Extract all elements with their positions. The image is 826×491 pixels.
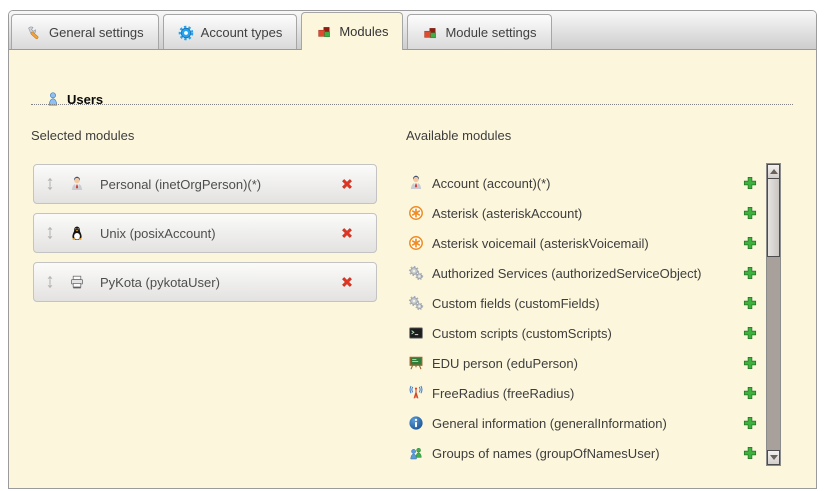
- available-module-row: Account (account)(*): [408, 168, 758, 198]
- gears-icon: [408, 295, 424, 311]
- add-button[interactable]: [742, 445, 758, 461]
- module-label: Account (account)(*): [432, 176, 734, 191]
- add-button[interactable]: [742, 205, 758, 221]
- drag-handle-icon[interactable]: [44, 275, 56, 289]
- add-button[interactable]: [742, 175, 758, 191]
- tab-account-types[interactable]: Account types: [163, 14, 298, 50]
- modules-icon: [422, 25, 438, 41]
- asterisk-icon: [408, 235, 424, 251]
- arrow-up-icon: [770, 169, 778, 174]
- available-module-row: Asterisk voicemail (asteriskVoicemail): [408, 228, 758, 258]
- wrench-icon: [26, 25, 42, 41]
- module-label: EDU person (eduPerson): [432, 356, 734, 371]
- selected-module-row[interactable]: Personal (inetOrgPerson)(*): [33, 164, 377, 204]
- delete-button[interactable]: [339, 274, 355, 290]
- delete-button[interactable]: [339, 176, 355, 192]
- terminal-icon: [408, 325, 424, 341]
- scroll-track[interactable]: [767, 179, 780, 450]
- selected-module-row[interactable]: Unix (posixAccount): [33, 213, 377, 253]
- person-icon: [69, 176, 85, 192]
- scroll-thumb[interactable]: [767, 179, 780, 257]
- groups-icon: [408, 445, 424, 461]
- available-module-row: Authorized Services (authorizedServiceOb…: [408, 258, 758, 288]
- module-label: Authorized Services (authorizedServiceOb…: [432, 266, 734, 281]
- settings-panel: General settings Account types Modules Modu…: [8, 10, 817, 489]
- module-label: Asterisk (asteriskAccount): [432, 206, 734, 221]
- info-icon: [408, 415, 424, 431]
- selected-modules-label: Selected modules: [31, 128, 134, 143]
- available-module-row: Custom fields (customFields): [408, 288, 758, 318]
- tab-label: Modules: [339, 24, 388, 39]
- selected-modules-list: Personal (inetOrgPerson)(*) Unix (posixAc…: [33, 164, 377, 311]
- section-divider: [31, 104, 793, 105]
- chalkboard-icon: [408, 355, 424, 371]
- module-label: Asterisk voicemail (asteriskVoicemail): [432, 236, 734, 251]
- add-button[interactable]: [742, 415, 758, 431]
- tab-module-settings[interactable]: Module settings: [407, 14, 551, 50]
- add-button[interactable]: [742, 235, 758, 251]
- gears-icon: [408, 265, 424, 281]
- printer-icon: [69, 274, 85, 290]
- arrow-down-icon: [770, 455, 778, 460]
- selected-module-row[interactable]: PyKota (pykotaUser): [33, 262, 377, 302]
- add-button[interactable]: [742, 355, 758, 371]
- gear-icon: [178, 25, 194, 41]
- add-button[interactable]: [742, 295, 758, 311]
- asterisk-icon: [408, 205, 424, 221]
- tab-label: General settings: [49, 25, 144, 40]
- module-label: Unix (posixAccount): [100, 226, 339, 241]
- scrollbar[interactable]: [766, 163, 781, 466]
- scroll-up-button[interactable]: [767, 164, 780, 179]
- scroll-down-button[interactable]: [767, 450, 780, 465]
- module-label: Custom scripts (customScripts): [432, 326, 734, 341]
- available-module-row: EDU person (eduPerson): [408, 348, 758, 378]
- available-modules-label: Available modules: [406, 128, 511, 143]
- antenna-icon: [408, 385, 424, 401]
- available-module-row: General information (generalInformation): [408, 408, 758, 438]
- module-label: Custom fields (customFields): [432, 296, 734, 311]
- tab-general-settings[interactable]: General settings: [11, 14, 159, 50]
- add-button[interactable]: [742, 265, 758, 281]
- available-modules-list: Account (account)(*) Asterisk (asteriskAc…: [408, 168, 758, 468]
- drag-handle-icon[interactable]: [44, 226, 56, 240]
- module-label: Groups of names (groupOfNamesUser): [432, 446, 734, 461]
- available-module-row: Asterisk (asteriskAccount): [408, 198, 758, 228]
- tab-bar: General settings Account types Modules Modu…: [9, 11, 816, 50]
- available-module-row: FreeRadius (freeRadius): [408, 378, 758, 408]
- module-label: General information (generalInformation): [432, 416, 734, 431]
- modules-icon: [316, 24, 332, 40]
- module-label: Personal (inetOrgPerson)(*): [100, 177, 339, 192]
- person-icon: [408, 175, 424, 191]
- module-label: PyKota (pykotaUser): [100, 275, 339, 290]
- delete-button[interactable]: [339, 225, 355, 241]
- available-module-row: Groups of names (groupOfNamesUser): [408, 438, 758, 468]
- tab-label: Module settings: [445, 25, 536, 40]
- drag-handle-icon[interactable]: [44, 177, 56, 191]
- module-label: FreeRadius (freeRadius): [432, 386, 734, 401]
- add-button[interactable]: [742, 325, 758, 341]
- tux-icon: [69, 225, 85, 241]
- available-module-row: Custom scripts (customScripts): [408, 318, 758, 348]
- tab-modules[interactable]: Modules: [301, 12, 403, 50]
- tab-label: Account types: [201, 25, 283, 40]
- add-button[interactable]: [742, 385, 758, 401]
